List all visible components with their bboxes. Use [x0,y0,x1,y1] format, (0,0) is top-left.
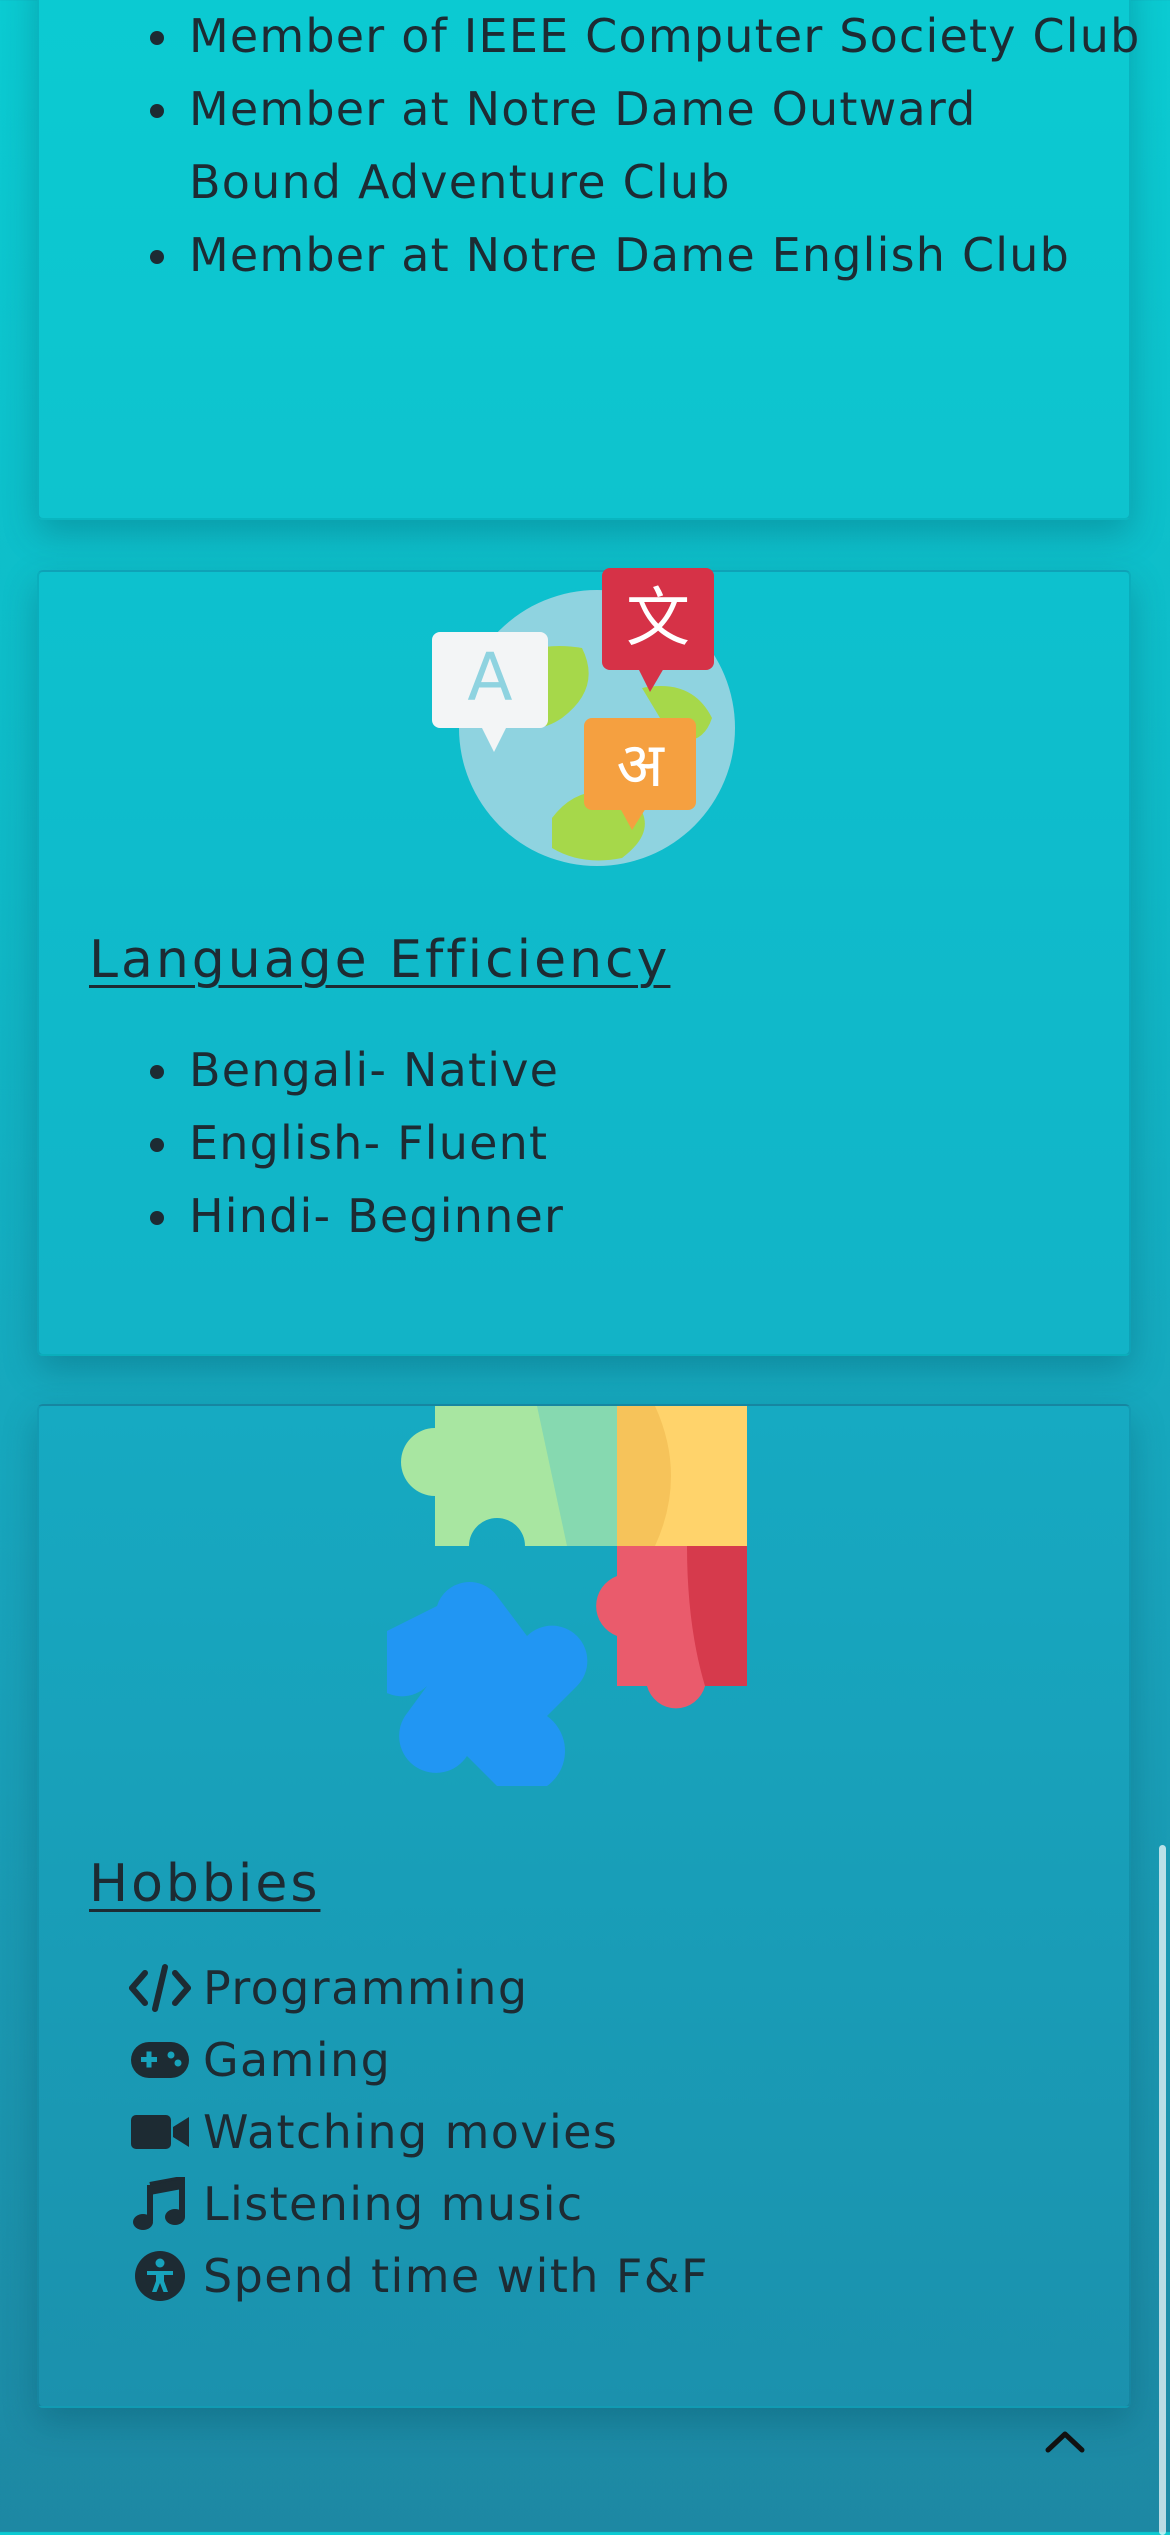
language-card: A 文 अ Language Efficiency Bengali- Nativ… [37,568,1131,1356]
list-item: Hindi- Beginner [185,1180,1085,1253]
list-item: English- Fluent [185,1107,1085,1180]
list-item: Bengali- Native [185,1034,1085,1107]
puzzle-illustration [387,1406,747,1786]
language-list: Bengali- Native English- Fluent Hindi- B… [39,1034,1085,1253]
code-icon [127,1960,193,2016]
hindi-glyph: अ [616,728,665,801]
list-item: Gaming [127,2024,709,2096]
list-item: Programming [127,1952,709,2024]
hobby-label: Gaming [203,2033,392,2087]
language-globe-illustration: A 文 अ [432,568,735,866]
hobbies-list: Programming Gaming Watching movies Liste… [127,1952,709,2312]
hobbies-title: Hobbies [89,1854,321,1914]
hobby-label: Watching movies [203,2105,619,2159]
chinese-glyph: 文 [626,582,690,656]
list-item: Member at Notre Dame Outward Bound Adven… [185,73,1145,219]
activities-list: Member of IEEE Computer Society Club Mem… [39,0,1145,292]
chevron-up-icon [1045,2431,1085,2453]
list-item: Watching movies [127,2096,709,2168]
video-camera-icon [127,2104,193,2160]
scrollbar[interactable] [1159,1845,1166,2535]
back-to-top-button[interactable] [1030,2412,1100,2472]
language-title: Language Efficiency [89,930,671,990]
hobby-label: Spend time with F&F [203,2249,709,2303]
hobby-label: Programming [203,1961,529,2015]
list-item: Spend time with F&F [127,2240,709,2312]
latin-glyph: A [467,639,512,716]
hobbies-card: Hobbies Programming Gaming Watching movi… [37,1404,1131,2408]
activities-card: Member of IEEE Computer Society Club Mem… [37,0,1139,520]
person-circle-icon [127,2248,193,2304]
gamepad-icon [127,2032,193,2088]
list-item: Listening music [127,2168,709,2240]
music-note-icon [127,2176,193,2232]
list-item: Member of IEEE Computer Society Club [185,0,1145,73]
list-item: Member at Notre Dame English Club [185,219,1145,292]
hobby-label: Listening music [203,2177,584,2231]
